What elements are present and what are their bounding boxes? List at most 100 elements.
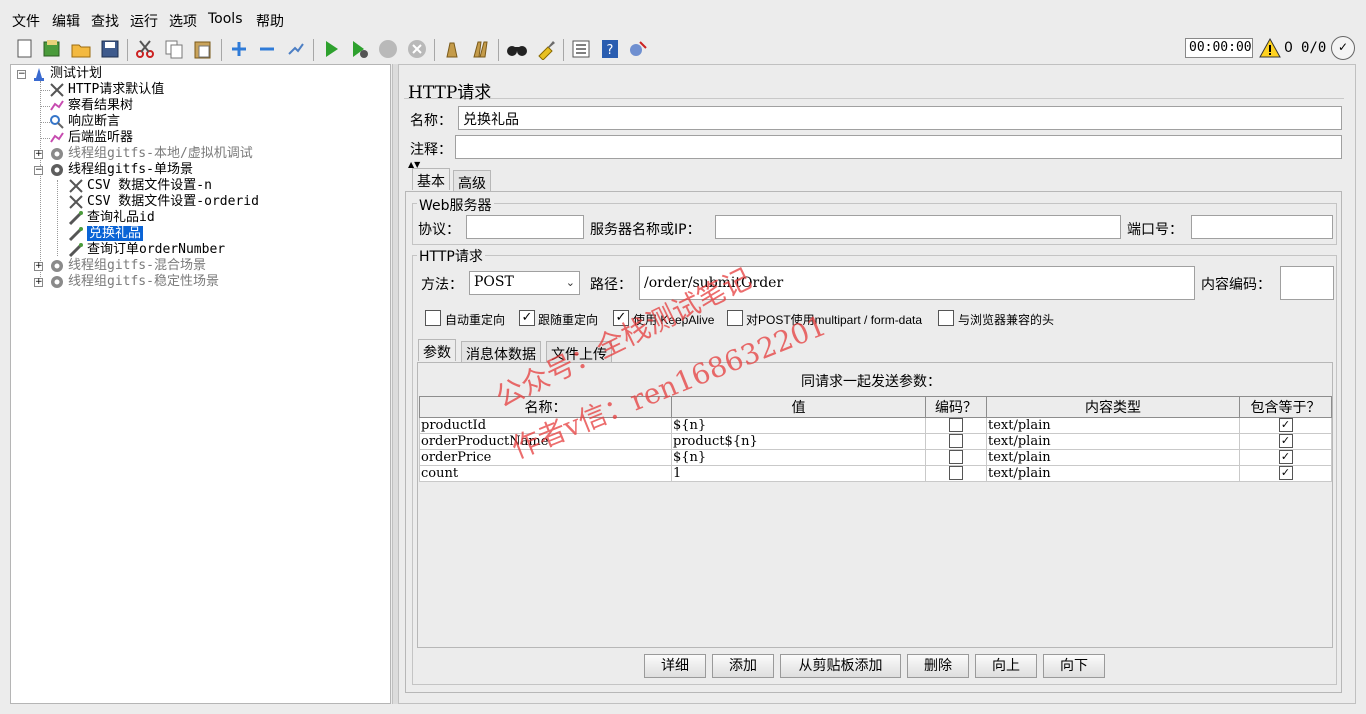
- cut-icon[interactable]: [134, 38, 156, 60]
- table-row[interactable]: productId ${n} text/plain ✓: [419, 417, 1332, 434]
- tree-item-thread-group-single[interactable]: 线程组gitfs-单场景: [49, 162, 193, 178]
- tree-item-csv-orderid[interactable]: CSV 数据文件设置-orderid: [68, 194, 259, 210]
- global-status-icon[interactable]: ✓: [1331, 36, 1355, 60]
- encode-checkbox[interactable]: [949, 450, 963, 465]
- expand-toggle[interactable]: +: [34, 278, 43, 287]
- collapse-toggle[interactable]: −: [17, 70, 26, 79]
- include-equals-cell[interactable]: ✓: [1239, 465, 1332, 482]
- port-field[interactable]: [1191, 215, 1333, 239]
- toggle-icon[interactable]: [285, 38, 307, 60]
- include-equals-cell[interactable]: ✓: [1239, 449, 1332, 466]
- param-name[interactable]: productId: [419, 417, 672, 434]
- menu-help[interactable]: 帮助: [256, 11, 284, 31]
- table-row[interactable]: orderProductName product${n} text/plain …: [419, 433, 1332, 450]
- tree-item-redeem-gift[interactable]: 兑换礼品: [68, 226, 144, 242]
- param-name[interactable]: orderProductName: [419, 433, 672, 450]
- encode-cell[interactable]: [925, 449, 987, 466]
- include-equals-cell[interactable]: ✓: [1239, 433, 1332, 450]
- encode-checkbox[interactable]: [949, 434, 963, 449]
- param-name[interactable]: orderPrice: [419, 449, 672, 466]
- param-name[interactable]: count: [419, 465, 672, 482]
- param-value[interactable]: ${n}: [671, 449, 926, 466]
- function-helper-icon[interactable]: [570, 38, 592, 60]
- table-row[interactable]: count 1 text/plain ✓: [419, 465, 1332, 482]
- tree-item-response-assertion[interactable]: 响应断言: [49, 114, 120, 130]
- tree-item-thread-group-mixed[interactable]: 线程组gitfs-混合场景: [49, 258, 206, 274]
- protocol-field[interactable]: [466, 215, 584, 239]
- server-field[interactable]: [715, 215, 1121, 239]
- clear-all-icon[interactable]: [470, 38, 492, 60]
- include-equals-cell[interactable]: ✓: [1239, 417, 1332, 434]
- col-include-equals[interactable]: 包含等于？: [1239, 396, 1332, 418]
- expand-toggle[interactable]: +: [34, 150, 43, 159]
- help-icon[interactable]: ?: [599, 38, 621, 60]
- menu-edit[interactable]: 编辑: [52, 11, 80, 31]
- remote-icon[interactable]: [628, 38, 650, 60]
- auto-redirect-checkbox[interactable]: [425, 310, 441, 326]
- param-content-type[interactable]: text/plain: [986, 449, 1240, 466]
- include-equals-checkbox[interactable]: ✓: [1278, 466, 1293, 481]
- menu-run[interactable]: 运行: [130, 11, 158, 31]
- expand-icon[interactable]: [228, 38, 250, 60]
- detail-button[interactable]: 详细: [644, 654, 706, 678]
- comment-field[interactable]: [455, 135, 1342, 159]
- collapse-icon[interactable]: [256, 38, 278, 60]
- encode-checkbox[interactable]: [949, 418, 963, 433]
- start-icon[interactable]: [320, 38, 342, 60]
- encode-cell[interactable]: [925, 433, 987, 450]
- tree-item-csv-n[interactable]: CSV 数据文件设置-n: [68, 178, 212, 194]
- move-up-button[interactable]: 向上: [975, 654, 1037, 678]
- copy-icon[interactable]: [163, 38, 185, 60]
- multipart-checkbox[interactable]: [727, 310, 743, 326]
- include-equals-checkbox[interactable]: ✓: [1278, 418, 1293, 433]
- param-value[interactable]: 1: [671, 465, 926, 482]
- param-content-type[interactable]: text/plain: [986, 465, 1240, 482]
- tab-parameters[interactable]: 参数: [418, 339, 456, 361]
- menu-file[interactable]: 文件: [12, 11, 40, 31]
- col-value[interactable]: 值: [671, 396, 926, 418]
- tree-item-test-plan[interactable]: 测试计划: [31, 66, 102, 82]
- include-equals-checkbox[interactable]: ✓: [1278, 434, 1293, 449]
- encode-cell[interactable]: [925, 465, 987, 482]
- tree-item-query-gift-id[interactable]: 查询礼品id: [68, 210, 155, 226]
- browser-headers-checkbox[interactable]: [938, 310, 954, 326]
- expand-toggle[interactable]: +: [34, 262, 43, 271]
- search-icon[interactable]: [506, 38, 528, 60]
- follow-redirect-checkbox[interactable]: ✓: [519, 310, 535, 326]
- move-down-button[interactable]: 向下: [1043, 654, 1105, 678]
- tree-item-thread-group-local[interactable]: 线程组gitfs-本地/虚拟机调试: [49, 146, 253, 162]
- warning-icon[interactable]: [1259, 37, 1281, 63]
- new-icon[interactable]: [14, 38, 36, 60]
- add-from-clipboard-button[interactable]: 从剪贴板添加: [780, 654, 901, 678]
- tree-item-view-results[interactable]: 察看结果树: [49, 98, 133, 114]
- tab-file-upload[interactable]: 文件上传: [546, 341, 612, 363]
- stop-icon[interactable]: [377, 38, 399, 60]
- tab-advanced[interactable]: 高级: [453, 170, 491, 192]
- clear-icon[interactable]: [441, 38, 463, 60]
- open-icon[interactable]: [70, 38, 92, 60]
- collapse-toggle[interactable]: −: [34, 166, 43, 175]
- start-no-pause-icon[interactable]: [348, 38, 370, 60]
- tab-body-data[interactable]: 消息体数据: [461, 341, 541, 363]
- templates-icon[interactable]: [41, 38, 63, 60]
- encode-cell[interactable]: [925, 417, 987, 434]
- menu-options[interactable]: 选项: [169, 11, 197, 31]
- tree-item-query-order-number[interactable]: 查询订单orderNumber: [68, 242, 225, 258]
- shutdown-icon[interactable]: [406, 38, 428, 60]
- reset-search-icon[interactable]: [535, 38, 557, 61]
- col-name[interactable]: 名称：: [419, 396, 672, 418]
- tree-item-backend-listener[interactable]: 后端监听器: [49, 130, 133, 146]
- keepalive-checkbox[interactable]: ✓: [613, 310, 629, 326]
- tab-basic[interactable]: 基本: [412, 168, 450, 190]
- delete-button[interactable]: 删除: [907, 654, 969, 678]
- path-field[interactable]: /order/submitOrder: [639, 266, 1195, 300]
- encoding-field[interactable]: [1280, 266, 1334, 300]
- add-button[interactable]: 添加: [712, 654, 774, 678]
- tree-item-http-defaults[interactable]: HTTP请求默认值: [49, 82, 164, 98]
- param-value[interactable]: ${n}: [671, 417, 926, 434]
- paste-icon[interactable]: [192, 38, 214, 60]
- menu-search[interactable]: 查找: [91, 11, 119, 31]
- include-equals-checkbox[interactable]: ✓: [1278, 450, 1293, 465]
- param-content-type[interactable]: text/plain: [986, 433, 1240, 450]
- menu-tools[interactable]: Tools: [208, 11, 243, 27]
